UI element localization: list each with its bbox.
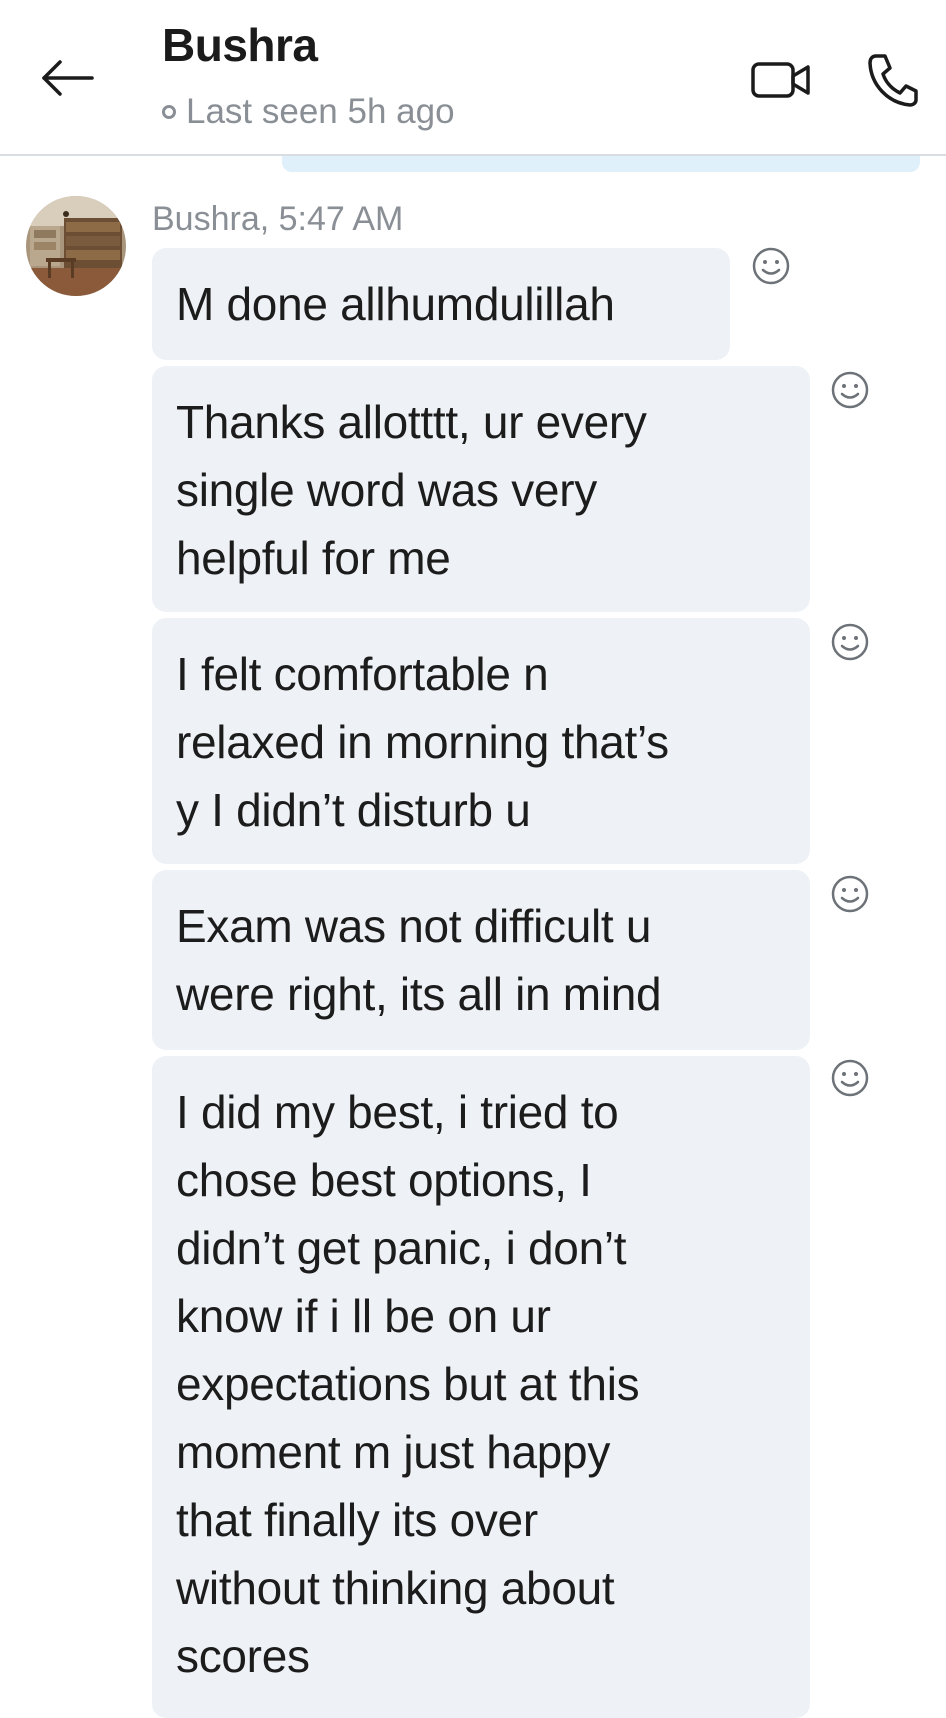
avatar[interactable] [26, 196, 126, 296]
presence-dot-icon [162, 105, 176, 119]
message-line: chose best options, I [176, 1154, 592, 1206]
presence-text: Last seen 5h ago [186, 92, 455, 131]
presence-status: Last seen 5h ago [162, 92, 455, 132]
avatar-bookshelf-image [26, 196, 126, 296]
message-line: I felt comfortable n [176, 648, 549, 700]
message-bubble[interactable]: I did my best, i tried to chose best opt… [152, 1056, 810, 1718]
message-line: were right, its all in mind [176, 968, 662, 1020]
message-line: didn’t get panic, i don’t [176, 1222, 627, 1274]
message-bubble[interactable]: I felt comfortable n relaxed in morning … [152, 618, 810, 864]
message-line: Thanks allotttt, ur every [176, 396, 647, 448]
message-line: know if i ll be on ur [176, 1290, 551, 1342]
message-line: M done allhumdulillah [176, 278, 615, 330]
message-line: moment m just happy [176, 1426, 611, 1478]
back-button[interactable] [36, 50, 100, 106]
arrow-left-icon [42, 60, 94, 96]
message-line: Exam was not difficult u [176, 900, 652, 952]
message-line: expectations but at this [176, 1358, 640, 1410]
message-line: that finally its over [176, 1494, 538, 1546]
message-line: helpful for me [176, 532, 451, 584]
message-line: y I didn’t disturb u [176, 784, 531, 836]
message-bubble[interactable]: Exam was not difficult u were right, its… [152, 870, 810, 1050]
message-line: relaxed in morning that’s [176, 716, 669, 768]
chat-header: Bushra Last seen 5h ago [0, 0, 946, 156]
smiley-face-icon[interactable] [830, 622, 870, 662]
message-line: single word was very [176, 464, 597, 516]
audio-call-button[interactable] [862, 50, 922, 110]
smiley-face-icon[interactable] [751, 246, 791, 286]
phone-icon [868, 54, 918, 107]
smiley-face-icon[interactable] [830, 874, 870, 914]
smiley-face-icon[interactable] [830, 370, 870, 410]
message-line: scores [176, 1630, 310, 1682]
smiley-face-icon[interactable] [830, 1058, 870, 1098]
video-call-button[interactable] [748, 52, 814, 108]
chat-screen: Bushra Last seen 5h ago Bushra, 5:47 AM … [0, 0, 946, 1718]
message-line: I did my best, i tried to [176, 1086, 619, 1138]
message-bubble[interactable]: M done allhumdulillah [152, 248, 730, 360]
previous-message-peek [282, 156, 920, 172]
message-bubble[interactable]: Thanks allotttt, ur every single word wa… [152, 366, 810, 612]
contact-name[interactable]: Bushra [162, 18, 318, 72]
video-camera-icon [751, 62, 810, 98]
sender-meta: Bushra, 5:47 AM [152, 200, 404, 238]
message-line: without thinking about [176, 1562, 615, 1614]
